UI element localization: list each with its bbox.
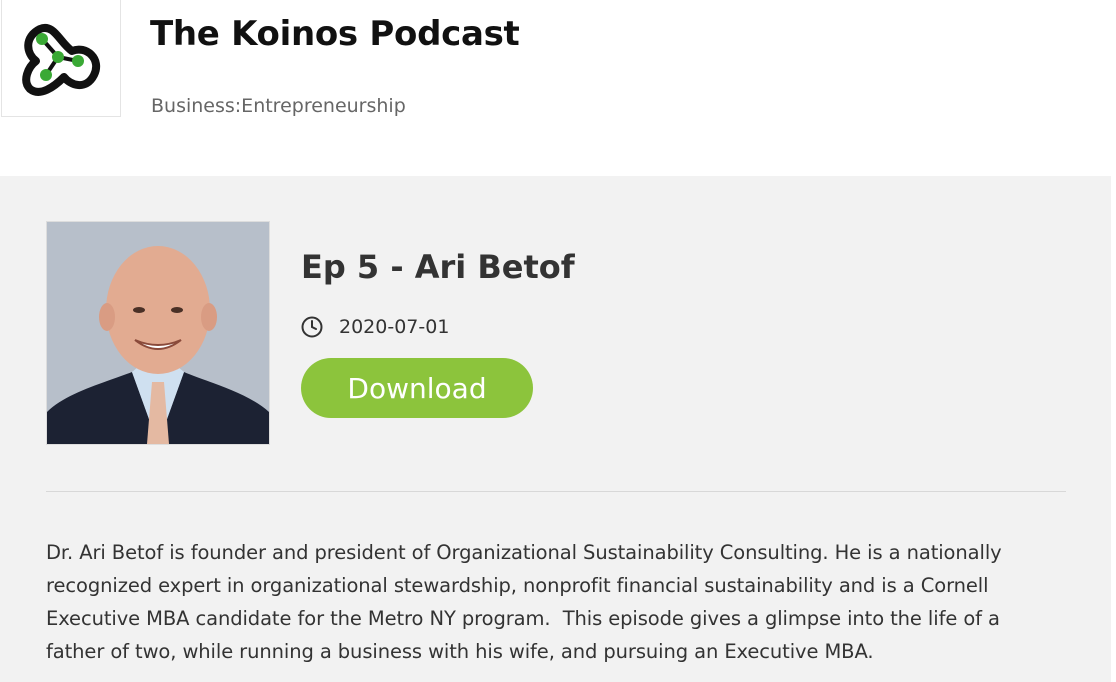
podcast-category: Business:Entrepreneurship xyxy=(151,95,406,117)
episode-panel: Ep 5 - Ari Betof 2020-07-01 Download Dr.… xyxy=(0,176,1111,682)
episode-image xyxy=(46,221,270,445)
episode-description: Dr. Ari Betof is founder and president o… xyxy=(46,541,1008,663)
clock-icon xyxy=(301,316,323,338)
podcast-header: The Koinos Podcast Business:Entrepreneur… xyxy=(0,0,1116,176)
host-photo xyxy=(47,222,269,444)
download-button[interactable]: Download xyxy=(301,358,533,418)
episode-date-row: 2020-07-01 xyxy=(301,314,449,340)
episode-date: 2020-07-01 xyxy=(339,316,450,338)
divider xyxy=(46,491,1066,492)
episode-title[interactable]: Ep 5 - Ari Betof xyxy=(301,248,575,286)
koinos-logo-icon xyxy=(22,23,100,96)
podcast-logo[interactable] xyxy=(1,0,121,117)
podcast-title[interactable]: The Koinos Podcast xyxy=(150,14,520,54)
